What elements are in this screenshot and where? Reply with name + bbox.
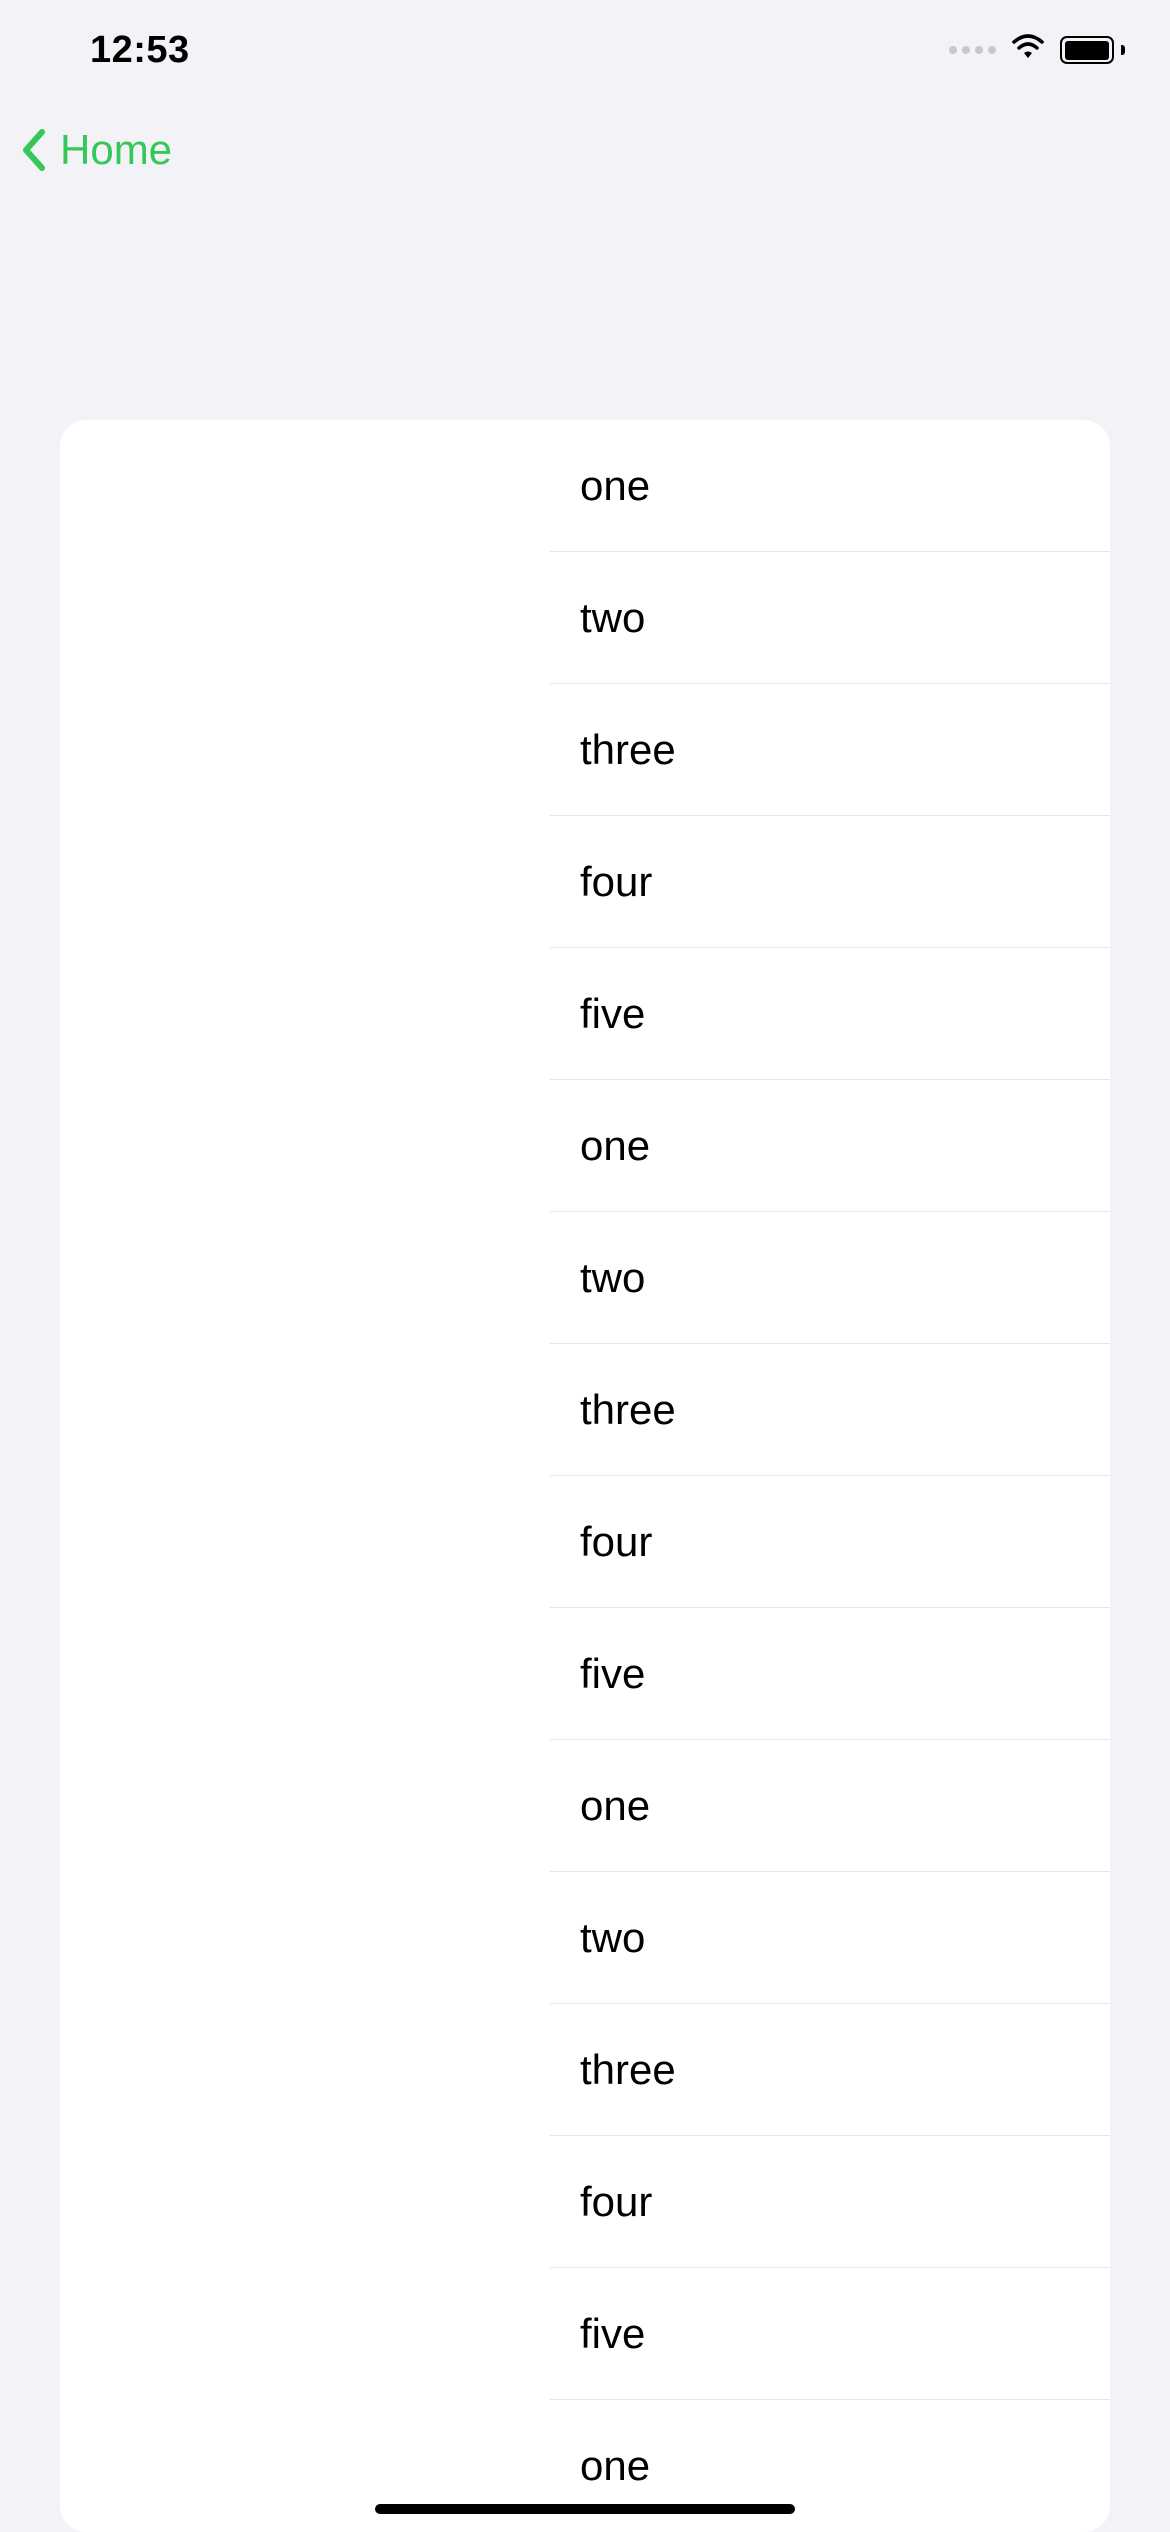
list-item-label: four <box>580 1518 652 1566</box>
list-item-label: one <box>580 2442 650 2490</box>
list-item-label: one <box>580 1122 650 1170</box>
list-item[interactable]: one <box>550 1740 1110 1872</box>
status-bar: 12:53 <box>0 0 1170 100</box>
list-item-label: three <box>580 726 676 774</box>
navigation-bar: Home <box>0 100 1170 200</box>
list-item[interactable]: two <box>550 1212 1110 1344</box>
list-item[interactable]: three <box>550 2004 1110 2136</box>
list-item[interactable]: five <box>550 948 1110 1080</box>
list-item-label: one <box>580 1782 650 1830</box>
list-item[interactable]: four <box>550 2136 1110 2268</box>
list-item[interactable]: one <box>550 420 1110 552</box>
list-item[interactable]: five <box>550 1608 1110 1740</box>
list-item[interactable]: two <box>550 1872 1110 2004</box>
list-item-label: four <box>580 858 652 906</box>
home-indicator[interactable] <box>375 2504 795 2514</box>
list-item[interactable]: three <box>550 1344 1110 1476</box>
status-time: 12:53 <box>90 29 190 72</box>
list-item-label: two <box>580 1914 645 1962</box>
content-area: one two three four five one two three <box>0 200 1170 2532</box>
list-item-label: five <box>580 990 645 1038</box>
list-item-label: five <box>580 2310 645 2358</box>
list-item[interactable]: four <box>550 1476 1110 1608</box>
list-item-label: two <box>580 594 645 642</box>
list-item[interactable]: three <box>550 684 1110 816</box>
list-item-label: four <box>580 2178 652 2226</box>
chevron-left-icon <box>20 128 50 172</box>
list-item-label: two <box>580 1254 645 1302</box>
list-item[interactable]: one <box>550 1080 1110 1212</box>
cellular-signal-icon <box>949 46 996 54</box>
list-item-label: one <box>580 462 650 510</box>
back-button[interactable]: Home <box>20 126 172 174</box>
list-card: one two three four five one two three <box>60 420 1110 2532</box>
list-item-label: three <box>580 2046 676 2094</box>
status-indicators <box>949 34 1120 67</box>
battery-icon <box>1060 36 1120 64</box>
back-label: Home <box>60 126 172 174</box>
list-container[interactable]: one two three four five one two three <box>550 420 1110 2532</box>
list-item[interactable]: four <box>550 816 1110 948</box>
list-item-label: five <box>580 1650 645 1698</box>
list-item[interactable]: two <box>550 552 1110 684</box>
list-item[interactable]: five <box>550 2268 1110 2400</box>
wifi-icon <box>1010 34 1046 67</box>
list-item-label: three <box>580 1386 676 1434</box>
